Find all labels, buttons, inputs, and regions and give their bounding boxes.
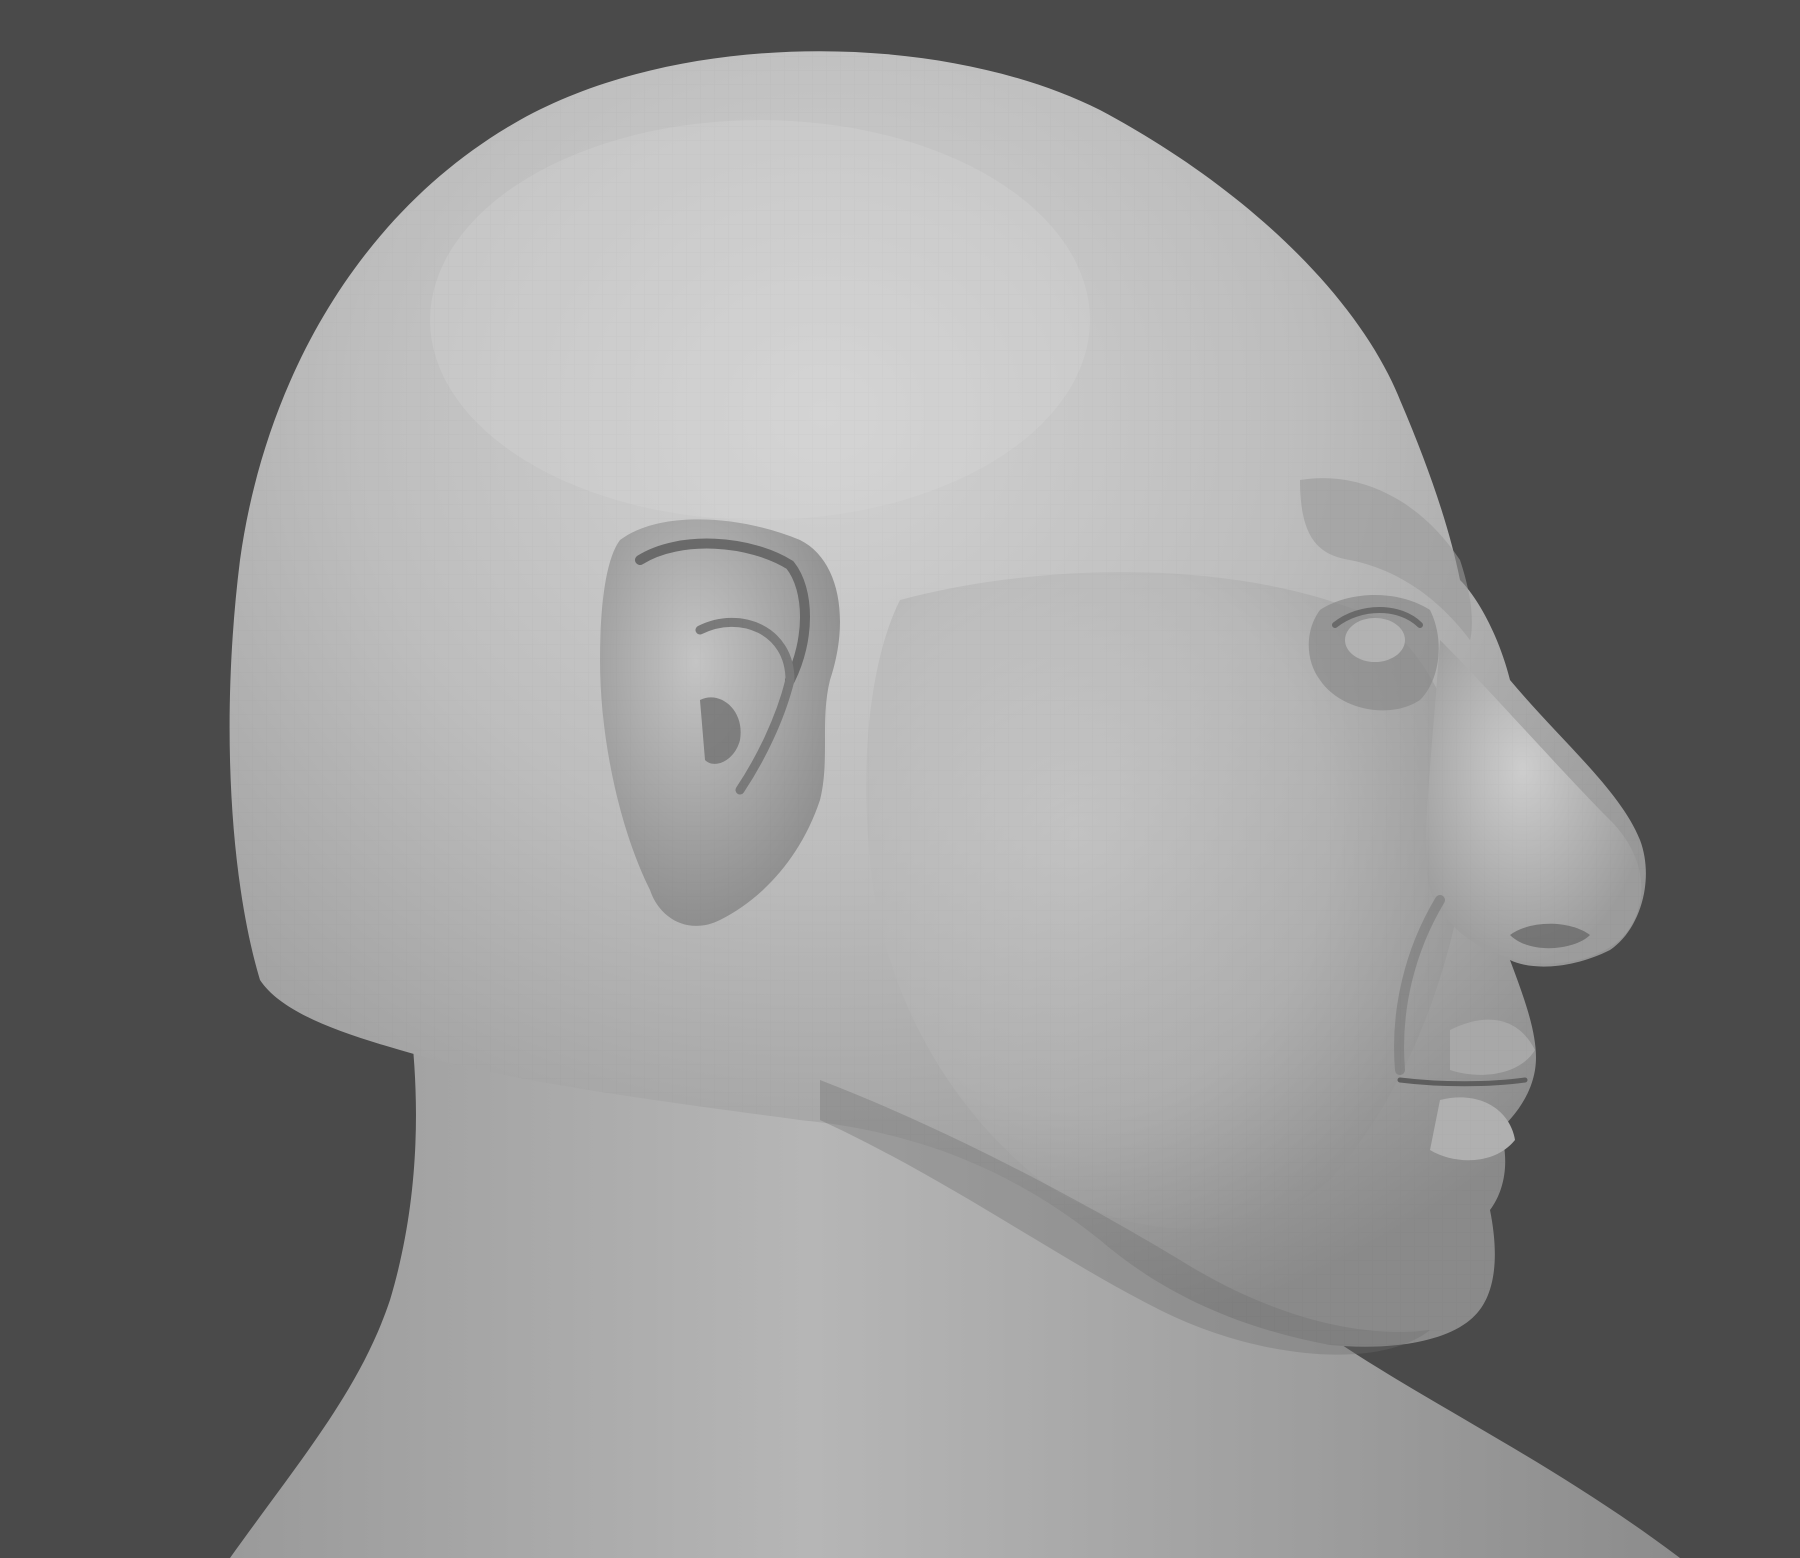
head-render xyxy=(229,51,1680,1558)
sculpt-viewport[interactable] xyxy=(0,0,1800,1558)
